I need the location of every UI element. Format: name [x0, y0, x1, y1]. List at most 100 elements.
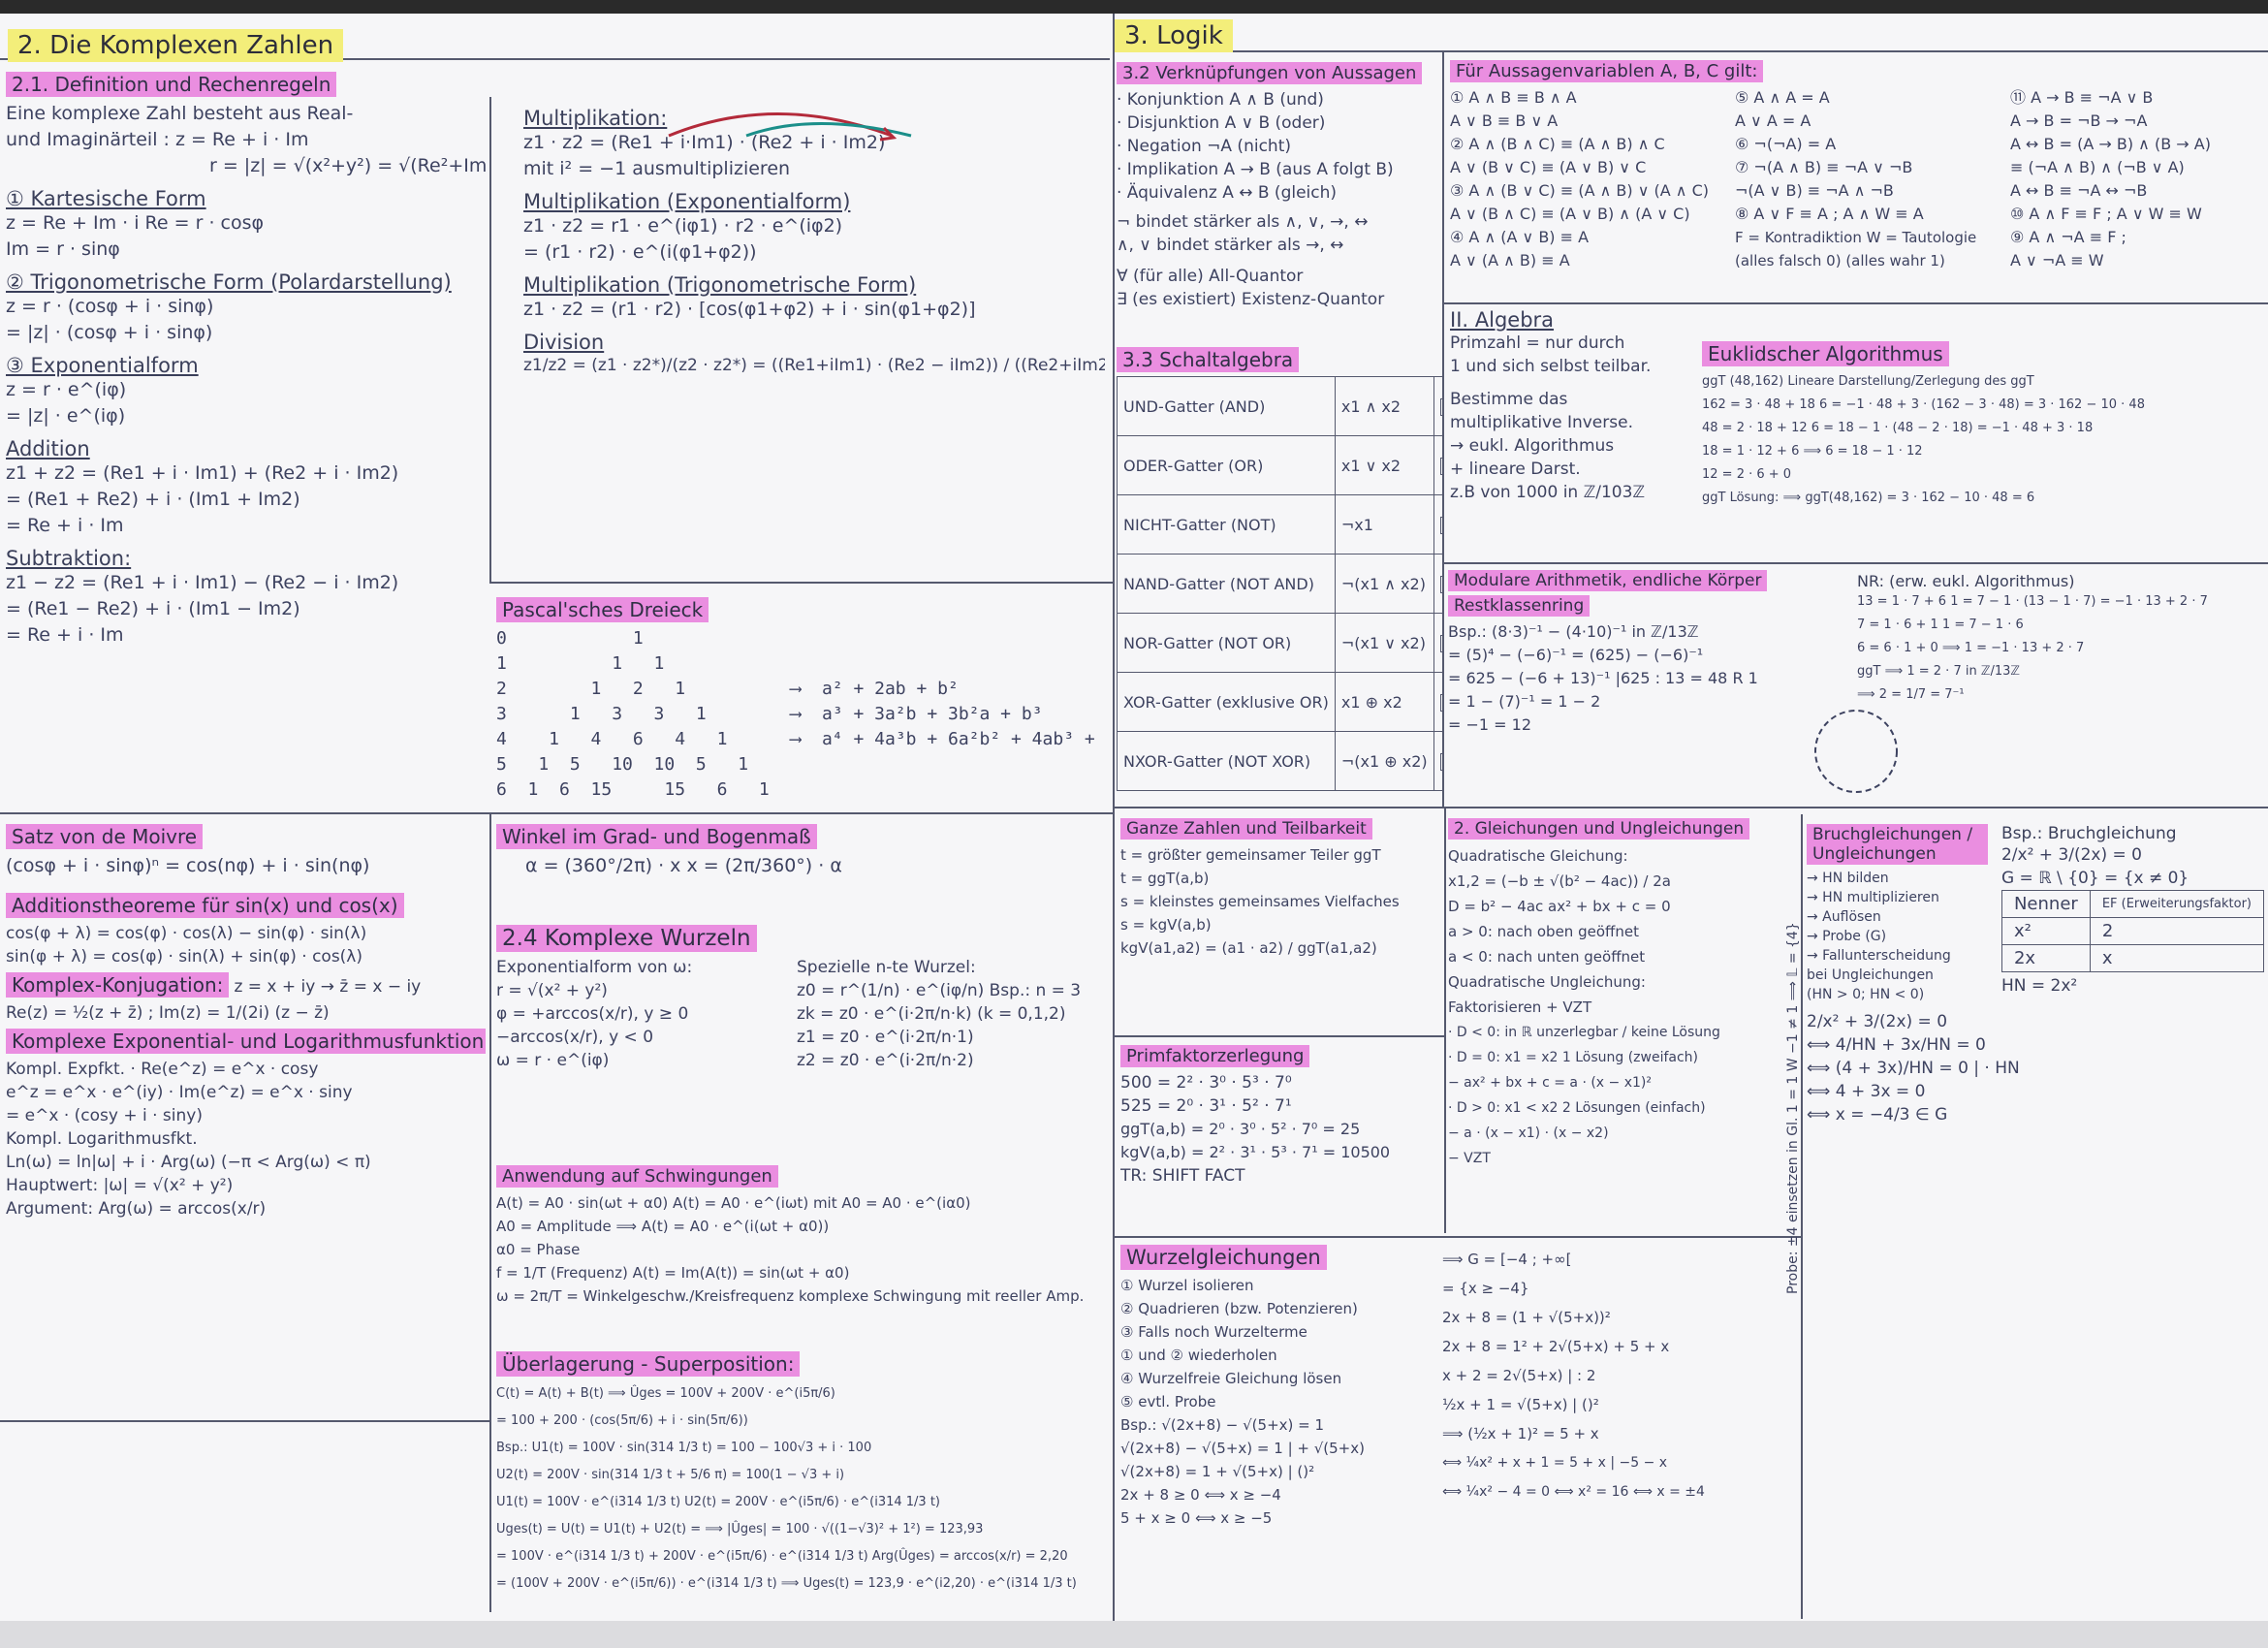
gate-row: UND-Gatter (AND) x1 ∧ x2 & — [1117, 376, 1442, 436]
text-line: 12 = 2 · 6 + 0 — [1702, 467, 1792, 482]
gate-symbol: =1 — [1433, 731, 1442, 791]
text-line: 2/x² + 3/(2x) = 0 — [1807, 1012, 1948, 1031]
text-line: √(2x+8) − √(5+x) = 1 | + √(5+x) — [1120, 1440, 1365, 1457]
text-line: · D > 0: x1 < x2 2 Lösungen (einfach) — [1448, 1100, 1706, 1116]
text-line: ggT (48,162) Lineare Darstellung/Zerlegu… — [1702, 374, 2034, 389]
text-line: ③ Falls noch Wurzelterme — [1120, 1323, 1307, 1341]
text-line: x + 2 = 2√(5+x) | : 2 — [1442, 1367, 1596, 1384]
gate-expr: ¬(x1 ∨ x2) — [1334, 613, 1434, 673]
gate-symbol-label: ≥1 — [1439, 458, 1442, 475]
divider — [1115, 1236, 1801, 1238]
text-line: (HN > 0; HN < 0) — [1807, 987, 1925, 1002]
section-title: 3. Logik — [1115, 19, 1233, 52]
text-line: mit i² = −1 ausmultiplizieren — [523, 158, 791, 179]
text-line: bei Ungleichungen — [1807, 967, 1934, 983]
law-line: ⑨ A ∧ ¬A ≡ F ; — [2010, 228, 2126, 246]
schaltalgebra-panel: 3.3 Schaltalgebra UND-Gatter (AND) x1 ∧ … — [1117, 343, 1442, 807]
divider — [1115, 807, 2268, 808]
text-line: z = r · e^(iφ) — [6, 379, 127, 400]
section-header-komplex: 2. Die Komplexen Zahlen — [8, 29, 589, 68]
text-line: Exponentialform von ω: — [496, 958, 693, 977]
text-line: α = (360°/2π) · x x = (2π/360°) · α — [525, 855, 842, 876]
text-line: 5 + x ≥ 0 ⟺ x ≥ −5 — [1120, 1509, 1273, 1527]
text-line: t = größter gemeinsamer Teiler ggT — [1120, 846, 1381, 864]
text-line: · Konjunktion A ∧ B (und) — [1117, 90, 1324, 110]
table-header: Nenner — [2000, 890, 2091, 918]
text-line: z1 = z0 · e^(i·2π/n·1) — [797, 1028, 974, 1047]
text-line: ⑤ evtl. Probe — [1120, 1393, 1216, 1410]
text-line: kgV(a,b) = 2² · 3¹ · 5³ · 7¹ = 10500 — [1120, 1143, 1391, 1161]
divider — [0, 1420, 489, 1422]
text-line: Hauptwert: |ω| = √(x² + y²) — [6, 1176, 234, 1195]
text-line: 18 = 1 · 12 + 6 ⟹ 6 = 18 − 1 · 12 — [1702, 444, 1923, 459]
law-line: ④ A ∧ (A ∨ B) ≡ A — [1450, 228, 1590, 246]
law-line: ≡ (¬A ∧ B) ∧ (¬B ∨ A) — [2010, 158, 2185, 176]
section-title: Primfaktorzerlegung — [1120, 1045, 1310, 1067]
divider — [489, 582, 1113, 584]
gate-expr: ¬x1 — [1334, 494, 1434, 555]
formeln-panel: Satz von de Moivre (cosφ + i · sinφ)ⁿ = … — [6, 820, 486, 1416]
section-title: Modulare Arithmetik, endliche Körper — [1448, 570, 1768, 591]
euklid-panel: Euklidscher Algorithmus ggT (48,162) Lin… — [1702, 337, 2264, 560]
law-line: A ∨ (B ∨ C) ≡ (A ∨ B) ∨ C — [1450, 158, 1647, 176]
text-line: ⟺ 4/HN + 3x/HN = 0 — [1807, 1035, 1986, 1055]
text-line: 1 und sich selbst teilbar. — [1450, 357, 1652, 376]
text-line: = (5)⁴ − (−6)⁻¹ = (625) − (−6)⁻¹ — [1448, 646, 1704, 664]
divider — [1444, 562, 2268, 564]
pascal-row: 6 1 6 15 15 6 1 — [496, 779, 770, 800]
gate-row: NXOR-Gatter (NOT XOR) ¬(x1 ⊕ x2) =1 — [1117, 731, 1442, 791]
text-line: = (r1 · r2) · e^(i(φ1+φ2)) — [523, 241, 757, 263]
expand-arrows-icon — [668, 112, 912, 142]
law-line: A ∨ (B ∧ C) ≡ (A ∨ B) ∧ (A ∨ C) — [1450, 205, 1690, 223]
section-title: Additionstheoreme für sin(x) und cos(x) — [6, 893, 404, 918]
text-line: → eukl. Algorithmus — [1450, 436, 1615, 456]
subheading: II. Algebra — [1450, 308, 1555, 332]
text-line: = Re + i · Im — [6, 515, 124, 536]
pascal-row: 3 1 3 3 1 ⟶ a³ + 3a²b + 3b²a + b³ — [496, 704, 1043, 724]
table-cell: x² — [2000, 917, 2091, 945]
text-line: = {x ≥ −4} — [1442, 1280, 1529, 1297]
text-line: Kompl. Logarithmusfkt. — [6, 1129, 198, 1149]
text-line: 13 = 1 · 7 + 6 1 = 7 − 1 · (13 − 1 · 7) … — [1857, 594, 2208, 609]
text-line: TR: SHIFT FACT — [1120, 1166, 1245, 1186]
text-line: sin(φ + λ) = cos(φ) · sin(λ) + sin(φ) · … — [6, 947, 362, 967]
gate-name: ODER-Gatter (OR) — [1117, 435, 1336, 495]
law-line: A ∨ (A ∧ B) ≡ A — [1450, 251, 1570, 269]
text-line: z1/z2 = (z1 · z2*)/(z2 · z2*) = ((Re1+iI… — [523, 356, 1105, 375]
text-line: z1 + z2 = (Re1 + i · Im1) + (Re2 + i · I… — [6, 462, 399, 484]
wurzelgleichungen-panel: Wurzelgleichungen ① Wurzel isolieren ② Q… — [1120, 1241, 1799, 1619]
gate-row: XOR-Gatter (exklusive OR) x1 ⊕ x2 =1 — [1117, 672, 1442, 732]
law-line: A ∨ A = A — [1735, 111, 1811, 130]
text-line: → Fallunterscheidung — [1807, 948, 1951, 964]
divider — [1444, 807, 1446, 1233]
text-line: z1 · z2 = (r1 · r2) · [cos(φ1+φ2) + i · … — [523, 299, 976, 320]
text-line: ggT Lösung: ⟹ ggT(48,162) = 3 · 162 − 10… — [1702, 491, 2035, 505]
text-line: r = √(x² + y²) — [496, 981, 608, 1000]
gate-expr: x1 ∨ x2 — [1334, 435, 1434, 495]
pascal-row: 4 1 4 6 4 1 ⟶ a⁴ + 4a³b + 6a²b² + 4ab³ +… — [496, 729, 1107, 749]
gleichungen-panel: 2. Gleichungen und Ungleichungen Quadrat… — [1448, 814, 1799, 1231]
law-line: ⑤ A ∧ A = A — [1735, 88, 1830, 107]
text-line: Uges(t) = U(t) = U1(t) + U2(t) = ⟹ |Ûges… — [496, 1522, 984, 1537]
subheading: Subtraktion: — [6, 547, 132, 570]
text-line: · Negation ¬A (nicht) — [1117, 137, 1291, 156]
section-title: Bruchgleichungen / Ungleichungen — [1807, 824, 1988, 865]
schwingungen-panel: Anwendung auf Schwingungen A(t) = A0 · s… — [496, 1161, 1107, 1346]
subheading: Addition — [6, 437, 90, 460]
gate-name: NOR-Gatter (NOT OR) — [1117, 613, 1336, 673]
text-line: z1 · z2 = r1 · e^(iφ1) · r2 · e^(iφ2) — [523, 215, 843, 237]
text-line: · Äquivalenz A ↔ B (gleich) — [1117, 183, 1338, 203]
divider — [1113, 14, 1115, 1621]
gate-row: NOR-Gatter (NOT OR) ¬(x1 ∨ x2) ≥1 — [1117, 613, 1442, 673]
section-title: 3.2 Verknüpfungen von Aussagen — [1117, 62, 1423, 84]
text-line: ∧, ∨ bindet stärker als →, ↔ — [1117, 236, 1344, 255]
text-line: A0 = Amplitude ⟹ A(t) = A0 · e^(i(ωt + α… — [496, 1218, 830, 1235]
text-line: Faktorisieren + VZT — [1448, 998, 1592, 1016]
ef-table: Nenner EF (Erweiterungsfaktor) x² 2 2x x — [2000, 890, 2264, 972]
text-line: G = ℝ \ {0} = {x ≠ 0} — [2000, 869, 2189, 888]
text-line: ¬ bindet stärker als ∧, ∨, →, ↔ — [1117, 212, 1369, 232]
divider — [1801, 814, 1803, 1619]
text-line: U1(t) = 100V · e^(i314 1/3 t) U2(t) = 20… — [496, 1495, 940, 1509]
section-title: 2. Die Komplexen Zahlen — [8, 29, 344, 62]
text-line: − a · (x − x1) · (x − x2) — [1448, 1125, 1609, 1141]
